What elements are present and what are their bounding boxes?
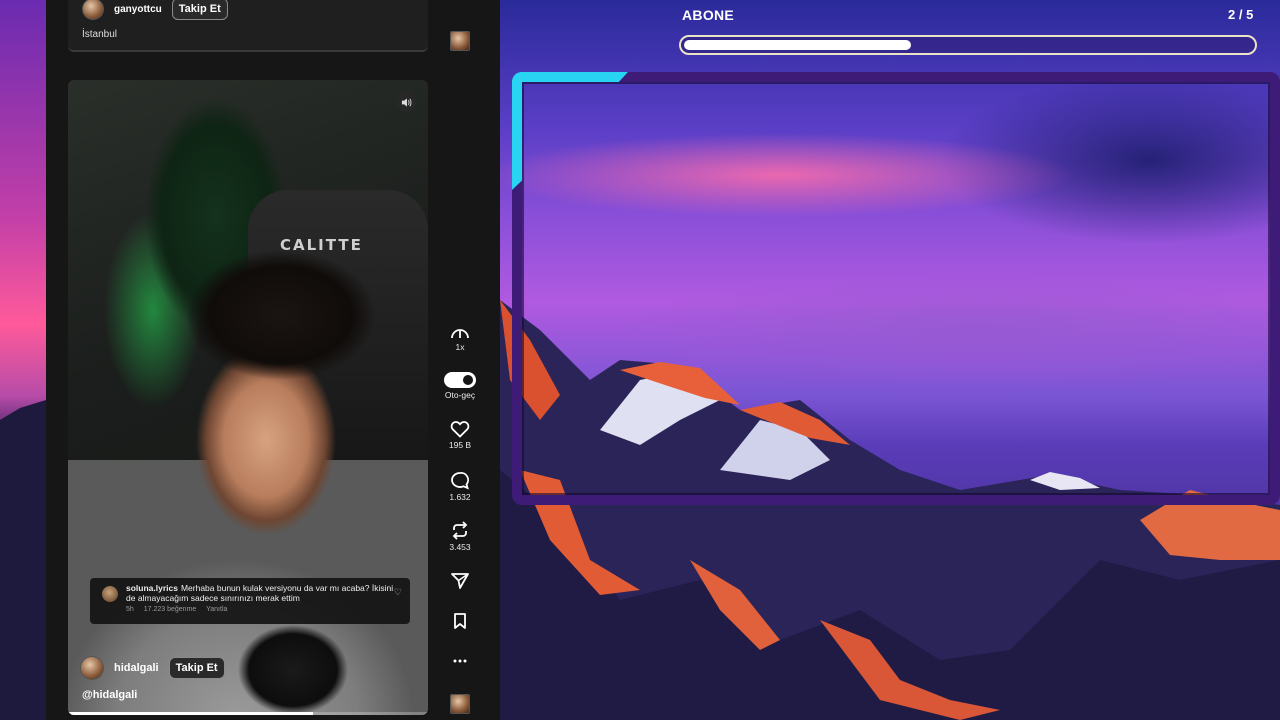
overlay-frame [512,72,1280,505]
rail-more-top[interactable] [440,0,480,6]
previous-post-card[interactable]: ganyottcu Takip Et İstanbul [68,0,428,52]
more-icon [453,659,467,663]
volume-button[interactable] [396,92,416,112]
previous-post-location: İstanbul [82,29,118,40]
send-icon [451,573,469,589]
video-microphone [238,625,348,715]
rail-creator-avatar[interactable] [440,694,480,714]
comment-icon [451,472,470,490]
heart-icon [450,421,470,438]
video-progress-bar[interactable] [68,712,428,715]
subscriber-goal-bar [679,35,1257,55]
speed-label: 1x [455,342,465,352]
comment-button[interactable]: 1.632 [440,471,480,502]
comment-body: soluna.lyrics Merhaba bunun kulak versiyo… [126,583,402,603]
creator-handle[interactable]: @hidalgali [82,689,137,701]
comment-reply-link[interactable]: Yanıtla [206,606,227,613]
comment-meta: 5h 17.223 beğenme Yanıtla [126,606,402,613]
creator-avatar-icon [450,694,470,714]
comment-count: 1.632 [449,492,471,502]
comment-likes: 17.223 beğenme [143,606,197,613]
like-button[interactable]: 195 B [440,420,480,450]
subscriber-goal-count: 2 / 5 [1228,7,1254,22]
comment-avatar[interactable] [102,586,118,602]
repost-button[interactable]: 3.453 [440,521,480,552]
previous-post-avatar[interactable] [82,0,104,20]
featured-comment[interactable]: soluna.lyrics Merhaba bunun kulak versiyo… [90,578,410,624]
repost-count: 3.453 [449,542,471,552]
video-progress-fill [68,712,313,715]
previous-post-follow-button[interactable]: Takip Et [171,0,228,20]
overlay-frame-accent-top [512,72,628,82]
creator-avatar[interactable] [80,656,104,680]
repost-icon [452,521,468,540]
volume-icon [401,97,411,107]
previous-post-username[interactable]: ganyottcu [114,4,162,15]
share-button[interactable] [440,572,480,590]
video-person-hair [186,250,376,380]
creator-follow-button[interactable]: Takip Et [168,657,225,679]
creator-username[interactable]: hidalgali [114,662,159,674]
subscriber-goal-label: ABONE [682,7,735,23]
like-count: 195 B [448,440,472,450]
save-button[interactable] [440,612,480,630]
more-options-button[interactable] [440,653,480,669]
previous-post-author-row: ganyottcu Takip Et [82,0,228,20]
video-feed-panel: ganyottcu Takip Et İstanbul CALITTE solu… [46,0,500,720]
mountain-left-edge [0,400,46,720]
comment-username[interactable]: soluna.lyrics [126,583,178,593]
more-icon [452,0,468,6]
comment-age: 5h [126,606,134,613]
previous-creator-avatar-icon [450,31,470,51]
overlay-frame-accent-left [512,72,522,190]
subscriber-goal-fill [684,40,912,50]
autoplay-label: Oto-geç [444,390,476,400]
autoplay-toggle[interactable]: Oto-geç [440,372,480,400]
toggle-switch-icon [444,372,476,388]
action-rail: 1x Oto-geç 195 B 1.632 3.453 [440,0,500,720]
comment-heart-icon[interactable]: ♡ [394,587,402,598]
video-player[interactable]: CALITTE soluna.lyrics Merhaba bunun kulak… [68,80,428,715]
rail-previous-avatar[interactable] [440,31,480,51]
speed-control[interactable]: 1x [440,326,480,352]
bookmark-icon [454,613,466,629]
speedometer-icon [451,329,469,339]
creator-row: hidalgali Takip Et [80,656,225,680]
